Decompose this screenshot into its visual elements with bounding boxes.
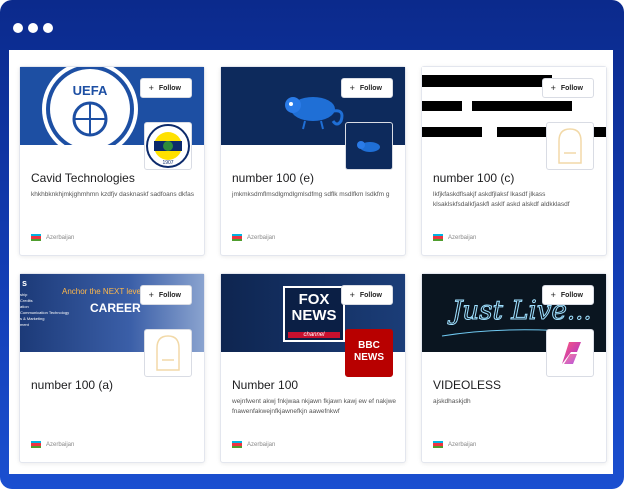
company-card[interactable]: UEFA + Follow 1907 Cavid Technologies kh… <box>19 66 205 256</box>
company-card[interactable]: FOX NEWS channel + Follow BBC NEWS Numbe… <box>220 273 406 463</box>
placeholder-logo-icon <box>558 128 582 164</box>
fenerbahce-logo-icon: 1907 <box>146 124 190 168</box>
country-name: Azerbaijan <box>46 234 75 241</box>
banner-tagline: Anchor the NEXT level <box>62 287 143 296</box>
company-logo <box>144 329 192 377</box>
plus-icon: + <box>148 83 154 93</box>
company-grid: UEFA + Follow 1907 Cavid Technologies kh… <box>9 50 613 474</box>
company-card[interactable]: + Follow number 100 (c) lkfjkfaskdflsakj… <box>421 66 607 256</box>
company-description: jmkmksdmflmsdlgmdlgmlsdfmg sdflk msdlfkm… <box>232 191 390 198</box>
azerbaijan-flag-icon <box>433 441 443 448</box>
follow-label: Follow <box>560 84 583 92</box>
follow-label: Follow <box>158 84 181 92</box>
company-description: ajskdhaskjdh <box>433 398 471 405</box>
country-name: Azerbaijan <box>46 441 75 448</box>
azerbaijan-flag-icon <box>232 234 242 241</box>
placeholder-logo-icon <box>156 335 180 371</box>
follow-button[interactable]: + Follow <box>139 285 192 305</box>
company-logo <box>546 122 594 170</box>
country-info: Azerbaijan <box>31 441 74 448</box>
azerbaijan-flag-icon <box>433 234 443 241</box>
follow-button[interactable]: + Follow <box>340 285 393 305</box>
plus-icon: + <box>550 83 556 93</box>
company-logo: BBC NEWS <box>345 329 393 377</box>
banner-headline: CAREER <box>90 301 141 315</box>
company-description: wejnfwent akwj fnkjwaa nkjawn fkjawn kaw… <box>232 398 397 415</box>
company-name[interactable]: number 100 (a) <box>31 378 113 392</box>
company-description: lkfjkfaskdflsakjf askdfjlaksf lkasdf jlk… <box>433 191 570 208</box>
browser-frame: UEFA + Follow 1907 Cavid Technologies kh… <box>0 0 624 489</box>
bbc-news-logo: BBC NEWS <box>354 340 384 363</box>
company-card[interactable]: + Follow number 100 (e) jmkmksdmflmsdlgm… <box>220 66 406 256</box>
country-name: Azerbaijan <box>247 234 276 241</box>
company-logo <box>546 329 594 377</box>
azerbaijan-flag-icon <box>232 441 242 448</box>
country-info: Azerbaijan <box>232 441 275 448</box>
window-dot-icon <box>13 23 23 33</box>
follow-button[interactable]: + Follow <box>541 78 594 98</box>
svg-text:UEFA: UEFA <box>73 83 108 98</box>
banner-list: ship Credits ation Communication Technol… <box>20 292 70 327</box>
country-name: Azerbaijan <box>448 441 477 448</box>
company-name[interactable]: VIDEOLESS <box>433 378 501 392</box>
window-dot-icon <box>28 23 38 33</box>
follow-button[interactable]: + Follow <box>541 285 594 305</box>
follow-label: Follow <box>158 291 181 299</box>
svg-text:1907: 1907 <box>162 160 173 166</box>
country-info: Azerbaijan <box>433 234 476 241</box>
country-name: Azerbaijan <box>247 441 276 448</box>
banner-list-marker: s <box>22 278 28 288</box>
company-card[interactable]: Just Live... + Follow VIDEOLESS ajskdhas… <box>421 273 607 463</box>
azerbaijan-flag-icon <box>31 234 41 241</box>
follow-label: Follow <box>359 291 382 299</box>
follow-label: Follow <box>359 84 382 92</box>
company-logo <box>345 122 393 170</box>
plus-icon: + <box>349 290 355 300</box>
azerbaijan-flag-icon <box>31 441 41 448</box>
follow-button[interactable]: + Follow <box>139 78 192 98</box>
videoless-logo-icon <box>562 342 581 364</box>
follow-button[interactable]: + Follow <box>340 78 393 98</box>
window-dot-icon <box>43 23 53 33</box>
company-name[interactable]: Cavid Technologies <box>31 171 135 185</box>
company-name[interactable]: Number 100 <box>232 378 298 392</box>
plus-icon: + <box>349 83 355 93</box>
country-info: Azerbaijan <box>31 234 74 241</box>
window-controls <box>13 23 53 33</box>
fox-news-logo: FOX NEWS channel <box>283 286 345 342</box>
company-name[interactable]: number 100 (e) <box>232 171 314 185</box>
company-card[interactable]: Anchor the NEXT level CAREER s ship Cred… <box>19 273 205 463</box>
chameleon-logo-icon <box>357 141 380 152</box>
follow-label: Follow <box>560 291 583 299</box>
company-description: khkhbknkhjmkjghmhmn kzdfjv dasknaskf sad… <box>31 191 194 198</box>
plus-icon: + <box>148 290 154 300</box>
company-logo: 1907 <box>144 122 192 170</box>
plus-icon: + <box>550 290 556 300</box>
country-name: Azerbaijan <box>448 234 477 241</box>
company-name[interactable]: number 100 (c) <box>433 171 514 185</box>
country-info: Azerbaijan <box>433 441 476 448</box>
country-info: Azerbaijan <box>232 234 275 241</box>
